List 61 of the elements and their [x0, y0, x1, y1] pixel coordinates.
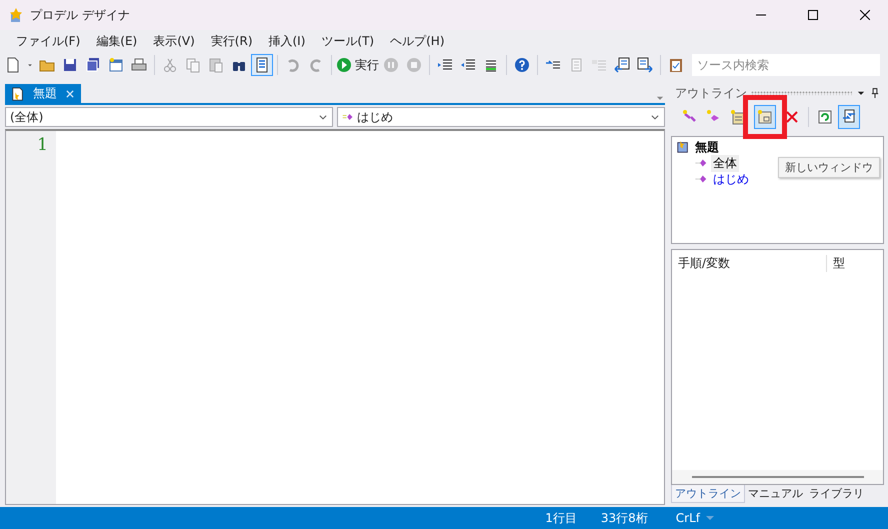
- document-arrow-icon: [614, 57, 630, 73]
- tree-item[interactable]: はじめ: [711, 170, 751, 188]
- procedure-dropdown[interactable]: はじめ: [337, 107, 665, 127]
- scissors-icon: [162, 57, 178, 73]
- scope-dropdown[interactable]: (全体): [5, 107, 333, 127]
- stop-icon: [406, 57, 422, 73]
- printer-icon: [131, 57, 147, 73]
- panel-tab[interactable]: マニュアル: [745, 485, 806, 502]
- menu-item[interactable]: ファイル(F): [8, 32, 88, 50]
- save-all-icon: [85, 57, 101, 73]
- menu-item[interactable]: 編集(E): [88, 32, 146, 50]
- window-title: プロデル デザイナ: [30, 6, 131, 24]
- save-icon: [62, 57, 78, 73]
- menu-item[interactable]: 実行(R): [202, 32, 260, 50]
- new-file-icon: [5, 57, 21, 73]
- maximize-icon: [808, 10, 818, 20]
- tree-item[interactable]: 無題: [693, 138, 721, 156]
- document-icon: [11, 86, 25, 100]
- tree-item[interactable]: 全体: [711, 154, 739, 172]
- panel-tab[interactable]: ライブラリ: [806, 485, 867, 502]
- play-icon: [336, 57, 352, 73]
- menu-item[interactable]: ヘルプ(H): [382, 32, 452, 50]
- help-icon: [514, 57, 530, 73]
- panel-title: アウトライン: [675, 84, 747, 102]
- code-editor[interactable]: 1: [5, 129, 665, 505]
- status-text: 1行目: [545, 510, 577, 526]
- document-lines-icon: [254, 57, 270, 73]
- clipboard-icon: [668, 57, 684, 73]
- new-window-icon: [757, 109, 773, 125]
- close-icon: [860, 10, 870, 20]
- close-icon: [65, 88, 75, 98]
- run-button[interactable]: 実行: [336, 54, 379, 76]
- outline-tool-button[interactable]: [838, 105, 860, 129]
- column-header[interactable]: 手順/変数: [672, 254, 827, 272]
- menu-item[interactable]: 表示(V): [145, 32, 203, 50]
- new-page-icon: [730, 109, 746, 125]
- new-window-icon: [108, 57, 124, 73]
- document-arrow-icon: [637, 57, 653, 73]
- tooltip: 新しいウィンドウ: [778, 157, 880, 178]
- menu-item[interactable]: 挿入(I): [260, 32, 314, 50]
- pause-icon: [383, 57, 399, 73]
- search-field[interactable]: ソース内検索: [692, 54, 880, 76]
- swap-document-icon: [841, 109, 857, 125]
- line-ending-dropdown[interactable]: CrLf: [676, 511, 714, 525]
- procedure-icon: [342, 111, 354, 123]
- lines-icon: [591, 57, 607, 73]
- pin-icon: [870, 87, 880, 99]
- column-header[interactable]: 型: [827, 254, 883, 272]
- project-icon: [676, 140, 690, 154]
- status-text: 33行8桁: [600, 510, 648, 526]
- menu-item[interactable]: ツール(T): [313, 32, 382, 50]
- copy-icon: [185, 57, 201, 73]
- horizontal-scrollbar[interactable]: [672, 470, 883, 484]
- app-star-icon: [8, 7, 24, 23]
- refresh-icon: [817, 109, 833, 125]
- panel-tab[interactable]: アウトライン: [671, 485, 745, 503]
- document-tab[interactable]: 無題: [5, 84, 81, 103]
- toolbar-button[interactable]: [251, 54, 273, 76]
- caret-icon: [706, 515, 714, 521]
- paste-icon: [208, 57, 224, 73]
- line-number: 1: [36, 135, 48, 155]
